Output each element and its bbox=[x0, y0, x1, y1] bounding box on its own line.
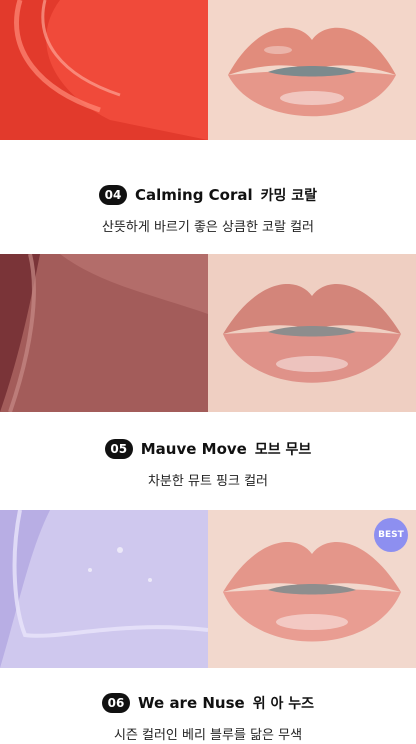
product-06-caption: 06 We are Nuse 위 아 누즈 시즌 컬러인 베리 블루를 닮은 무… bbox=[0, 690, 416, 743]
lip-image-we-are-nuse: BEST bbox=[208, 510, 416, 668]
swatch-image-mauve-move bbox=[0, 254, 208, 412]
product-name: Calming Coral bbox=[134, 186, 253, 204]
swatch-image-we-are-nuse bbox=[0, 510, 208, 668]
product-number-badge: 04 bbox=[98, 185, 127, 205]
product-06-images: BEST bbox=[0, 510, 416, 668]
product-04-images bbox=[0, 0, 416, 140]
lip-image-calming-coral bbox=[208, 0, 416, 140]
product-05-caption: 05 Mauve Move 모브 무브 차분한 뮤트 핑크 컬러 bbox=[0, 436, 416, 489]
product-description: 시즌 컬러인 베리 블루를 닮은 무색 bbox=[113, 728, 303, 743]
product-korean-name: 모브 무브 bbox=[254, 442, 312, 458]
swatch-image-calming-coral bbox=[0, 0, 208, 140]
product-name: We are Nuse bbox=[138, 694, 245, 712]
product-number-badge: 05 bbox=[104, 439, 133, 459]
product-05-images bbox=[0, 254, 416, 412]
product-04-caption: 04 Calming Coral 카밍 코랄 산뜻하게 바르기 좋은 상큼한 코… bbox=[0, 182, 416, 235]
best-badge: BEST bbox=[374, 518, 408, 552]
product-number-badge: 06 bbox=[102, 693, 131, 713]
product-name: Mauve Move bbox=[140, 440, 247, 458]
product-description: 차분한 뮤트 핑크 컬러 bbox=[147, 474, 269, 489]
product-korean-name: 카밍 코랄 bbox=[260, 188, 318, 204]
lip-image-mauve-move bbox=[208, 254, 416, 412]
product-korean-name: 위 아 누즈 bbox=[252, 696, 314, 712]
product-description: 산뜻하게 바르기 좋은 상큼한 코랄 컬러 bbox=[101, 220, 315, 235]
